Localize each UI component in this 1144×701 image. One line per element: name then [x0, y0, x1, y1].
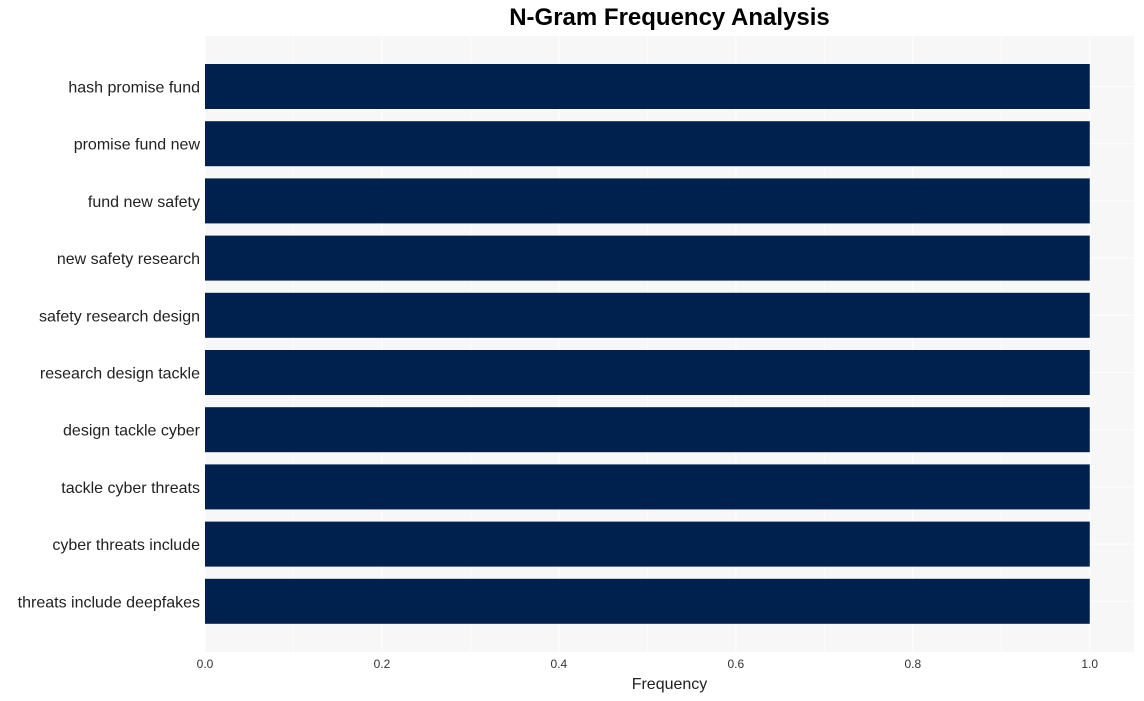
category-label: fund new safety: [88, 194, 200, 211]
x-tick-label: 0.8: [904, 657, 921, 671]
x-tick-label: 0.4: [551, 657, 568, 671]
category-label: tackle cyber threats: [61, 480, 200, 497]
x-tick-label: 0.2: [374, 657, 391, 671]
x-tick-label: 1.0: [1081, 657, 1098, 671]
category-label: promise fund new: [74, 137, 201, 154]
bar: [205, 578, 1090, 624]
category-label: threats include deepfakes: [18, 594, 200, 611]
category-label: hash promise fund: [68, 80, 200, 97]
category-label: new safety research: [57, 251, 200, 268]
bar: [205, 235, 1090, 281]
x-tick-label: 0.0: [197, 657, 214, 671]
bar: [205, 350, 1090, 395]
category-label: cyber threats include: [52, 537, 200, 554]
bar: [205, 64, 1090, 109]
bar: [205, 292, 1090, 338]
bar: [205, 178, 1090, 224]
category-label: safety research design: [39, 308, 200, 325]
chart: hash promise fund promise fund new fund ne…: [18, 36, 1134, 693]
x-axis-title: Frequency: [632, 676, 708, 693]
bar: [205, 464, 1090, 510]
x-tick-label: 0.6: [728, 657, 745, 671]
bar: [205, 407, 1090, 453]
category-label: research design tackle: [40, 366, 200, 383]
bar: [205, 521, 1090, 567]
bar: [205, 121, 1090, 167]
category-label: design tackle cyber: [63, 423, 201, 440]
